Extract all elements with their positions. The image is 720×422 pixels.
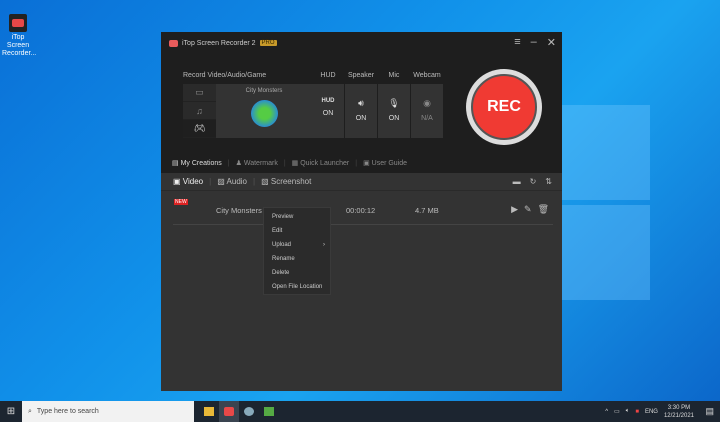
- taskbar-file-explorer[interactable]: [199, 401, 219, 422]
- chevron-right-icon: ›: [323, 242, 325, 248]
- nav-label: Quick Launcher: [300, 160, 350, 167]
- search-icon: ⌕: [28, 407, 32, 415]
- menu-item-open-file-location[interactable]: Open File Location: [264, 280, 330, 294]
- language-indicator[interactable]: ENG: [645, 409, 658, 415]
- menu-item-rename[interactable]: Rename: [264, 252, 330, 266]
- app-window: iTop Screen Recorder 2 PRO ≡ – ✕ Record …: [161, 32, 562, 391]
- refresh-icon[interactable]: ↻: [530, 177, 537, 186]
- context-menu: Preview Edit Upload › Rename Delete Open …: [263, 207, 331, 295]
- screen-mode-icon[interactable]: ▭: [183, 84, 216, 102]
- video-name: City Monsters: [216, 206, 262, 215]
- menu-item-preview[interactable]: Preview: [264, 210, 330, 224]
- date: 12/21/2021: [663, 412, 694, 419]
- title-bar: iTop Screen Recorder 2 PRO: [161, 32, 562, 54]
- menu-item-label: Upload: [272, 242, 292, 248]
- tab-video[interactable]: ▣ Video: [173, 177, 203, 186]
- app-logo-icon: [169, 39, 178, 47]
- webcam-icon: ◉: [423, 98, 431, 108]
- rec-label: REC: [471, 74, 537, 140]
- webcam-toggle[interactable]: ◉ N/A: [411, 84, 443, 138]
- library-panel: ▣ Video | ▨ Audio | ▧ Screenshot ▬ ↻ ⇅ NEW C…: [161, 173, 562, 391]
- hud-label: HUD: [320, 72, 336, 79]
- tab-label: Video: [182, 177, 204, 186]
- hud-value: ON: [322, 110, 334, 117]
- hud-toggle[interactable]: HUD ON: [312, 84, 344, 138]
- app-title: iTop Screen Recorder 2: [182, 39, 256, 47]
- tab-label: Screenshot: [270, 177, 312, 186]
- speaker-icon: 🔊︎: [358, 98, 364, 108]
- nav-label: My Creations: [180, 160, 222, 167]
- sort-icon[interactable]: ⇅: [545, 177, 552, 186]
- video-size: 4.7 MB: [415, 206, 439, 215]
- volume-icon[interactable]: 🔈︎: [626, 408, 630, 415]
- tab-audio[interactable]: ▨ Audio: [217, 177, 247, 186]
- desktop-icon-label: iTop Screen Recorder...: [2, 34, 37, 57]
- chevron-up-icon[interactable]: ^: [605, 409, 608, 415]
- taskbar-game[interactable]: [259, 401, 279, 422]
- taskbar-itop[interactable]: [219, 401, 239, 422]
- nav-quick-launcher[interactable]: ▦ Quick Launcher: [292, 159, 350, 167]
- game-name: City Monsters: [245, 88, 283, 94]
- edit-icon[interactable]: ✎: [524, 204, 532, 215]
- search-box[interactable]: ⌕ Type here to search: [22, 401, 194, 422]
- folder-icon[interactable]: ▬: [513, 177, 521, 186]
- tab-label: Audio: [226, 177, 247, 186]
- minimize-button[interactable]: –: [531, 36, 537, 49]
- system-tray: ^ ▭ 🔈︎ ■ ENG 3:30 PM 12/21/2021: [605, 404, 694, 420]
- menu-item-edit[interactable]: Edit: [264, 224, 330, 238]
- video-duration: 00:00:12: [346, 206, 376, 215]
- speaker-label: Speaker: [347, 72, 375, 79]
- trash-icon[interactable]: 🗑︎: [538, 204, 549, 215]
- mic-toggle[interactable]: 🎙︎ ON: [378, 84, 410, 138]
- notification-icon[interactable]: ▤: [705, 406, 714, 417]
- app-tray-icon[interactable]: ■: [635, 409, 639, 415]
- menu-item-delete[interactable]: Delete: [264, 266, 330, 280]
- menu-icon[interactable]: ≡: [514, 36, 520, 49]
- nav-watermark[interactable]: ♟ Watermark: [236, 159, 278, 167]
- network-icon[interactable]: ▭: [614, 408, 620, 415]
- tab-screenshot[interactable]: ▧ Screenshot: [261, 177, 311, 186]
- taskbar: ⊞ ⌕ Type here to search ^ ▭ 🔈︎ ■ ENG 3:30…: [0, 401, 720, 422]
- mic-value: ON: [388, 115, 400, 122]
- nav-label: Watermark: [243, 160, 278, 167]
- desktop-icon-itop[interactable]: iTop Screen Recorder...: [2, 14, 37, 58]
- menu-item-upload[interactable]: Upload ›: [264, 238, 330, 252]
- clock[interactable]: 3:30 PM 12/21/2021: [664, 404, 694, 420]
- audio-mode-icon[interactable]: ♫: [183, 102, 216, 120]
- record-mode-selector: ▭ ♫ 🎮︎: [183, 84, 216, 138]
- mic-label: Mic: [388, 72, 400, 79]
- pro-badge: PRO: [259, 40, 277, 46]
- nav-user-guide[interactable]: ▣ User Guide: [363, 159, 407, 167]
- record-mode-label: Record Video/Audio/Game: [183, 72, 267, 79]
- mic-icon: 🎙︎: [388, 98, 400, 108]
- time: 3:30 PM: [667, 404, 691, 411]
- play-icon[interactable]: ▶: [511, 204, 518, 215]
- game-avatar: [250, 100, 278, 127]
- rec-button[interactable]: REC: [466, 69, 542, 145]
- nav-my-creations[interactable]: ▤ My Creations: [172, 159, 222, 167]
- table-row[interactable]: NEW City Monsters 00:00:12 4.7 MB ▶ ✎ 🗑︎: [173, 198, 553, 225]
- search-placeholder: Type here to search: [36, 408, 99, 415]
- webcam-label: Webcam: [413, 72, 441, 79]
- close-button[interactable]: ✕: [547, 36, 556, 49]
- nav-label: User Guide: [371, 160, 408, 167]
- video-thumbnail: NEW: [173, 198, 207, 220]
- new-badge: NEW: [174, 199, 188, 205]
- game-selector[interactable]: City Monsters: [216, 84, 312, 138]
- game-mode-icon[interactable]: 🎮︎: [183, 120, 216, 138]
- webcam-value: N/A: [421, 115, 433, 122]
- hud-icon: HUD: [321, 98, 335, 104]
- taskbar-steam[interactable]: [239, 401, 259, 422]
- speaker-toggle[interactable]: 🔊︎ ON: [345, 84, 377, 138]
- bottom-nav: ▤ My Creations | ♟ Watermark | ▦ Quick Lau…: [172, 159, 408, 168]
- itop-app-icon: [9, 14, 27, 32]
- speaker-value: ON: [355, 115, 367, 122]
- start-button[interactable]: ⊞: [0, 406, 22, 417]
